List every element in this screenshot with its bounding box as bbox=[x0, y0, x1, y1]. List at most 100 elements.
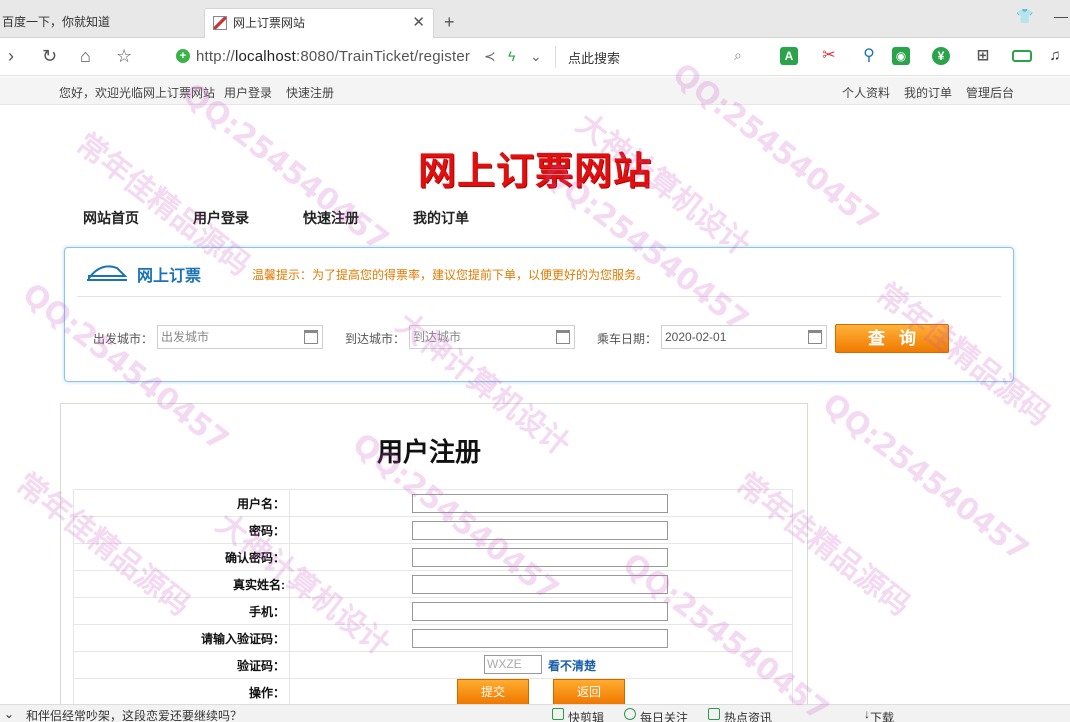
divider bbox=[555, 46, 556, 68]
battery-icon bbox=[1012, 50, 1032, 62]
topbar-login-link[interactable]: 用户登录 bbox=[224, 84, 272, 101]
captcha-input[interactable] bbox=[412, 628, 668, 648]
register-panel: 用户注册 用户名： 密码： 确认密码： 真实姓名: 手机： 请输入验证码： 验证… bbox=[60, 403, 808, 722]
bell-icon bbox=[624, 708, 636, 720]
star-icon[interactable]: ☆ bbox=[116, 46, 132, 66]
watermark: QQ:254540457 bbox=[815, 386, 1036, 569]
form-row-actions: 操作： 提交 返回 bbox=[73, 678, 793, 706]
divider bbox=[77, 296, 1001, 297]
calendar-icon[interactable] bbox=[808, 330, 822, 344]
from-city-placeholder: 出发城市 bbox=[161, 330, 210, 344]
to-city-input[interactable]: 到达城市 bbox=[409, 325, 575, 349]
train-icon bbox=[87, 265, 127, 281]
ticket-panel-title: 网上订票 bbox=[137, 268, 202, 285]
topbar-register-link[interactable]: 快速注册 bbox=[286, 84, 334, 101]
share-icon[interactable]: ≺ bbox=[484, 48, 496, 65]
news-icon bbox=[708, 708, 720, 720]
date-label: 乘车日期： bbox=[597, 332, 658, 346]
welcome-text: 您好，欢迎光临网上订票网站 bbox=[59, 86, 216, 100]
form-row-password: 密码： bbox=[73, 516, 793, 544]
enter-captcha-label: 请输入验证码： bbox=[73, 624, 290, 652]
statusbar-item-clip[interactable]: 快剪辑 bbox=[552, 707, 604, 722]
calendar-icon[interactable] bbox=[556, 330, 570, 344]
actions-wrap: 提交 返回 bbox=[290, 679, 792, 705]
secure-shield-icon: + bbox=[176, 49, 190, 63]
translate-icon[interactable]: A bbox=[780, 47, 798, 65]
statusbar-item-daily[interactable]: 每日关注 bbox=[624, 707, 688, 722]
search-icon[interactable]: ⌕ bbox=[734, 47, 742, 64]
captcha-label: 验证码： bbox=[73, 651, 290, 679]
confirm-password-input[interactable] bbox=[412, 547, 668, 567]
chevron-right-icon[interactable]: › bbox=[8, 46, 14, 66]
phone-input[interactable] bbox=[412, 601, 668, 621]
site-title: 网上订票网站 bbox=[417, 149, 652, 193]
ticket-search-panel: 网上订票 温馨提示：为了提高您的得票率，建议您提前下单，以便更好的为您服务。 出… bbox=[64, 247, 1014, 382]
captcha-wrap: WXZE 看不清楚 bbox=[290, 652, 792, 678]
real-name-label: 真实姓名: bbox=[73, 570, 290, 598]
ticket-panel-tip: 温馨提示：为了提高您的得票率，建议您提前下单，以便更好的为您服务。 bbox=[252, 268, 649, 282]
lightning-icon[interactable]: ϟ bbox=[508, 48, 515, 64]
nav-login[interactable]: 用户登录 bbox=[193, 208, 249, 228]
tab-ticket-site[interactable]: 网上订票网站 ✕ bbox=[204, 8, 434, 38]
browser-tabbar: 百度一下，你就知道 网上订票网站 ✕ + 👕 — bbox=[0, 0, 1070, 38]
headphones-icon[interactable]: ♫ bbox=[1046, 47, 1064, 65]
minimize-icon[interactable]: — bbox=[1054, 8, 1068, 24]
home-icon[interactable]: ⌂ bbox=[80, 46, 91, 66]
phone-label: 手机： bbox=[73, 597, 290, 625]
form-row-captcha: 验证码： WXZE 看不清楚 bbox=[73, 651, 793, 679]
form-row-real-name: 真实姓名: bbox=[73, 570, 793, 598]
action-label: 操作： bbox=[73, 678, 290, 706]
yen-icon[interactable]: ¥ bbox=[932, 47, 950, 65]
to-city-label: 到达城市： bbox=[345, 332, 406, 346]
from-city-label: 出发城市： bbox=[93, 332, 154, 346]
apps-icon[interactable]: ⊞ bbox=[974, 47, 992, 65]
query-button[interactable]: 查询 bbox=[835, 324, 949, 353]
register-form-table: 用户名： 密码： 确认密码： 真实姓名: 手机： 请输入验证码： 验证码： WX… bbox=[73, 489, 793, 706]
tab-baidu[interactable]: 百度一下，你就知道 bbox=[0, 8, 200, 38]
back-button[interactable]: 返回 bbox=[553, 679, 625, 705]
statusbar-download[interactable]: ↓ 下载 bbox=[864, 707, 894, 722]
site-topbar: 您好，欢迎光临网上订票网站 用户登录 快速注册 个人资料 我的订单 管理后台 bbox=[0, 77, 1070, 105]
nav-register[interactable]: 快速注册 bbox=[303, 208, 359, 228]
search-input[interactable]: 点此搜索 bbox=[568, 48, 620, 67]
statusbar-item-news[interactable]: 热点资讯 bbox=[708, 707, 772, 722]
date-input[interactable]: 2020-02-01 bbox=[661, 325, 827, 349]
form-row-enter-captcha: 请输入验证码： bbox=[73, 624, 793, 652]
username-label: 用户名： bbox=[73, 489, 290, 517]
favicon-icon bbox=[213, 16, 227, 30]
real-name-input[interactable] bbox=[412, 574, 668, 594]
submit-button[interactable]: 提交 bbox=[457, 679, 529, 705]
form-row-phone: 手机： bbox=[73, 597, 793, 625]
topbar-admin-link[interactable]: 管理后台 bbox=[966, 84, 1014, 101]
scissors-icon[interactable]: ✂ bbox=[820, 47, 838, 65]
calendar-icon[interactable] bbox=[304, 330, 318, 344]
username-input[interactable] bbox=[412, 493, 668, 513]
nav-orders[interactable]: 我的订单 bbox=[413, 208, 469, 228]
chevron-down-icon[interactable]: ⌄ bbox=[530, 48, 542, 65]
date-value: 2020-02-01 bbox=[665, 330, 727, 344]
gamepad-icon[interactable]: ◉ bbox=[892, 47, 910, 65]
from-city-input[interactable]: 出发城市 bbox=[157, 325, 323, 349]
tab-label: 网上订票网站 bbox=[233, 16, 306, 30]
news-headline[interactable]: 和伴侣经常吵架，这段恋爱还要继续吗？ bbox=[26, 707, 242, 722]
form-row-username: 用户名： bbox=[73, 489, 793, 517]
topbar-profile-link[interactable]: 个人资料 bbox=[842, 84, 890, 101]
reload-icon[interactable]: ↻ bbox=[42, 46, 57, 66]
address-bar: › ↻ ⌂ ☆ + http://localhost:8080/TrainTic… bbox=[0, 38, 1070, 76]
url-text[interactable]: http://localhost:8080/TrainTicket/regist… bbox=[196, 48, 470, 65]
shirt-icon[interactable]: 👕 bbox=[1016, 8, 1033, 25]
play-icon bbox=[552, 708, 564, 720]
captcha-image: WXZE bbox=[484, 655, 542, 674]
form-row-confirm-password: 确认密码： bbox=[73, 543, 793, 571]
captcha-refresh-link[interactable]: 看不清楚 bbox=[548, 657, 596, 674]
topbar-orders-link[interactable]: 我的订单 bbox=[904, 84, 952, 101]
new-tab-icon[interactable]: + bbox=[444, 8, 455, 36]
confirm-password-label: 确认密码： bbox=[73, 543, 290, 571]
magnifier-icon[interactable]: ⚲ bbox=[860, 47, 878, 65]
chevron-down-icon[interactable]: ⌄ bbox=[4, 707, 14, 721]
nav-home[interactable]: 网站首页 bbox=[83, 208, 139, 228]
close-icon[interactable]: ✕ bbox=[412, 9, 425, 37]
status-bar: ⌄ 和伴侣经常吵架，这段恋爱还要继续吗？ 快剪辑 每日关注 热点资讯 ↓ 下载 bbox=[0, 704, 1070, 722]
password-input[interactable] bbox=[412, 520, 668, 540]
to-city-placeholder: 到达城市 bbox=[413, 330, 462, 344]
